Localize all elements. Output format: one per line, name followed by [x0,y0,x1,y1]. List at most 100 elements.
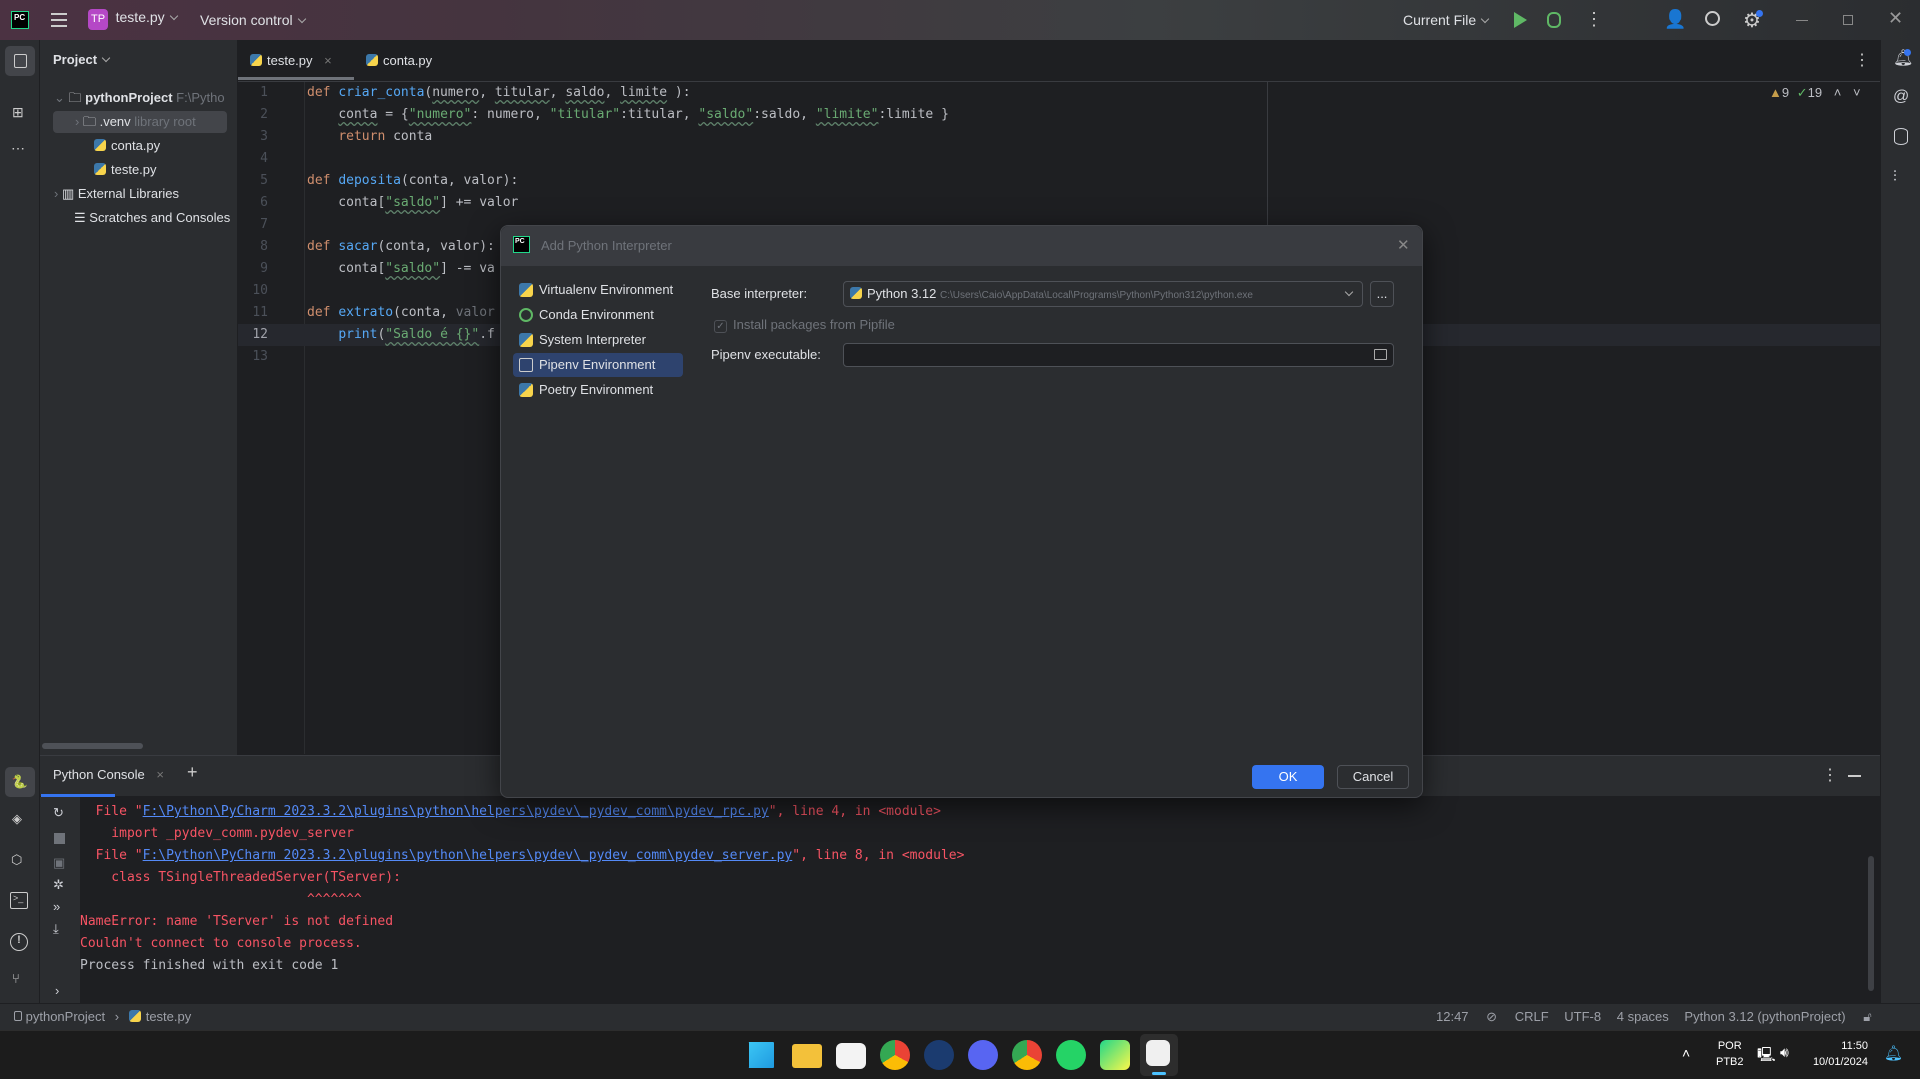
browse-folder-icon[interactable] [1374,349,1387,360]
inspection-widget[interactable]: ▲9 ✓19 ˄ ˅ [1769,85,1861,101]
network-icon[interactable]: 🖳 [1757,1044,1776,1068]
interpreter-selector[interactable]: Python 3.12 (pythonProject) [1684,1009,1845,1024]
notification-bell-icon[interactable]: 🔔︎ [1884,1044,1903,1062]
windows-start-icon[interactable] [748,1042,774,1068]
code-line[interactable]: 4 [238,148,1880,170]
discord-icon[interactable] [968,1040,998,1070]
panel-options-icon[interactable]: ⋮ [1822,765,1838,785]
chrome-profile-icon[interactable] [1012,1040,1042,1070]
chrome-icon[interactable] [880,1040,910,1070]
install-packages-checkbox[interactable]: ✓ Install packages from Pipfile [714,317,895,333]
steam-icon[interactable] [924,1040,954,1070]
tab-teste-py[interactable]: teste.py × [250,40,352,82]
line-number[interactable]: 10 [238,280,268,302]
sciview-icon[interactable]: ⫶ [1893,168,1897,185]
breadcrumb-file[interactable]: teste.py [146,1009,192,1024]
tree-item-external-libraries[interactable]: › ▥ External Libraries [54,183,179,205]
base-interpreter-select[interactable]: Python 3.12 C:\Users\Caio\AppData\Local\… [843,281,1363,307]
snipping-tool-button[interactable] [1140,1034,1178,1076]
env-virtualenv[interactable]: Virtualenv Environment [513,278,683,302]
whatsapp-icon[interactable] [1056,1040,1086,1070]
line-number[interactable]: 9 [238,258,268,280]
microsoft-store-icon[interactable] [836,1043,866,1069]
restore-icon[interactable] [1843,15,1853,25]
close-tab-icon[interactable]: × [156,767,164,782]
console-file-link[interactable]: F:\Python\PyCharm 2023.3.2\plugins\pytho… [143,804,769,819]
services-icon[interactable]: ⬡ [11,852,22,868]
structure-icon[interactable]: ⊞ [12,104,24,121]
notifications-icon[interactable]: 🔔︎ [1893,48,1913,68]
pycharm-icon[interactable] [1100,1040,1130,1070]
run-icon[interactable] [1514,12,1527,28]
tree-item-scratches[interactable]: ☰ Scratches and Consoles [74,207,230,229]
tree-item-conta-py[interactable]: conta.py [94,135,160,157]
settings-icon[interactable]: ⚙ [1743,8,1763,33]
line-number[interactable]: 3 [238,126,268,148]
tree-item-pythonproject[interactable]: ⌄ 🗀 pythonProject F:\Pytho [54,87,225,109]
line-number[interactable]: 12 [238,324,268,346]
line-number[interactable]: 1 [238,82,268,104]
hamburger-menu-icon[interactable] [51,13,67,27]
ok-button[interactable]: OK [1252,765,1324,789]
console-scrollbar[interactable] [1868,856,1874,991]
run-config-selector[interactable]: Current File [1403,12,1490,28]
line-number[interactable]: 2 [238,104,268,126]
code-line[interactable]: 1 def criar_conta(numero, titular, saldo,… [238,82,1880,104]
env-poetry[interactable]: Poetry Environment [513,378,683,402]
version-control-menu[interactable]: Version control [200,12,306,28]
console-output[interactable]: File "F:\Python\PyCharm 2023.3.2\plugins… [40,797,1840,997]
file-encoding[interactable]: UTF-8 [1564,1009,1601,1024]
minimize-icon[interactable] [1796,20,1808,21]
problems-icon[interactable]: ! [10,933,28,951]
dialog-title-bar[interactable]: PC Add Python Interpreter ✕ [501,226,1422,266]
tab-conta-py[interactable]: conta.py [366,40,432,82]
next-highlight-icon[interactable]: ˅ [1853,85,1861,100]
close-icon[interactable]: ✕ [1888,8,1903,29]
line-number[interactable]: 11 [238,302,268,324]
terminal-icon[interactable]: >_ [10,892,28,909]
line-number[interactable]: 7 [238,214,268,236]
line-number[interactable]: 5 [238,170,268,192]
code-line[interactable]: 3 return conta [238,126,1880,148]
project-widget[interactable]: TP teste.py [88,9,178,30]
clock[interactable]: 11:50 10/01/2024 [1808,1038,1868,1070]
line-number[interactable]: 13 [238,346,268,368]
volume-icon[interactable]: 🔊︎ [1780,1044,1789,1061]
project-panel-title[interactable]: Project [53,52,111,67]
line-number[interactable]: 6 [238,192,268,214]
project-tool-icon[interactable] [5,46,35,76]
console-file-link[interactable]: F:\Python\PyCharm 2023.3.2\plugins\pytho… [143,848,793,863]
close-tab-icon[interactable]: × [324,53,332,68]
code-line[interactable]: 2 conta = {"numero": numero, "titular":t… [238,104,1880,126]
caret-position[interactable]: 12:47 [1436,1009,1469,1024]
input-language[interactable]: POR PTB2 [1716,1038,1744,1070]
tab-python-console[interactable]: Python Console × [53,767,164,782]
dialog-close-icon[interactable]: ✕ [1397,236,1410,254]
tree-item-teste-py[interactable]: teste.py [94,159,157,181]
code-line[interactable]: 6 conta["saldo"] += valor [238,192,1880,214]
tray-overflow-icon[interactable]: ˄ [1682,1045,1690,1061]
debug-icon[interactable] [1547,12,1561,28]
git-icon[interactable]: ⑂ [12,971,20,986]
more-icon[interactable]: ⋮ [1585,9,1603,30]
browse-interpreter-button[interactable]: ... [1370,281,1394,307]
tree-item-venv[interactable]: › 🗀 .venv library root [53,111,227,133]
readonly-lock-icon[interactable]: 🔓︎ [1863,1009,1871,1024]
env-pipenv[interactable]: Pipenv Environment [513,353,683,377]
indent-setting[interactable]: 4 spaces [1617,1009,1669,1024]
env-system[interactable]: System Interpreter [513,328,683,352]
breadcrumb-project[interactable]: pythonProject [26,1009,106,1024]
cancel-button[interactable]: Cancel [1337,765,1409,789]
app-logo-icon[interactable]: PC [11,11,29,29]
hide-panel-icon[interactable] [1848,775,1861,777]
prev-highlight-icon[interactable]: ˄ [1834,85,1842,100]
python-packages-icon[interactable]: ◈ [12,811,22,827]
line-separator[interactable]: CRLF [1515,1009,1549,1024]
add-user-icon[interactable]: 👤 [1664,9,1686,30]
line-number[interactable]: 8 [238,236,268,258]
add-console-icon[interactable]: + [187,762,198,783]
database-icon[interactable] [1894,128,1908,145]
file-explorer-icon[interactable] [792,1044,822,1068]
ai-assistant-icon[interactable]: @ [1893,88,1909,106]
line-number[interactable]: 4 [238,148,268,170]
